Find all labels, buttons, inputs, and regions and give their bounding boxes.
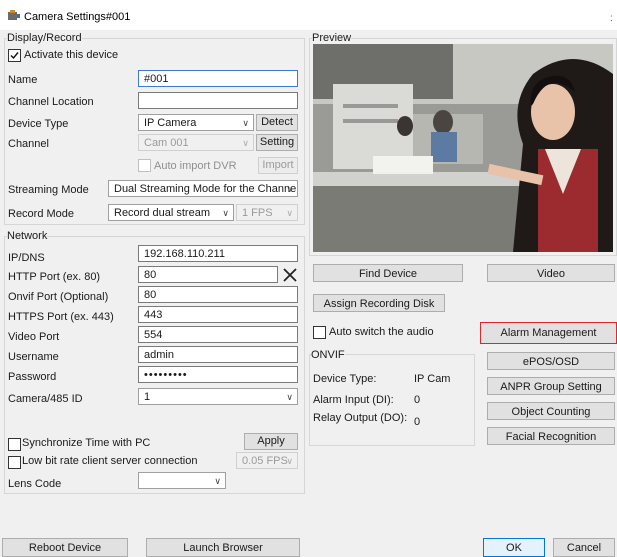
lens-code-select[interactable]: ∨: [138, 472, 226, 489]
video-button[interactable]: Video: [487, 264, 615, 282]
alarm-management-button[interactable]: Alarm Management: [480, 322, 617, 344]
onvif-group-label: ONVIF: [311, 349, 345, 361]
chevron-down-icon: ∨: [286, 456, 293, 466]
onvif-device-type-label: Device Type:: [313, 373, 377, 385]
device-type-label: Device Type: [8, 118, 69, 130]
ip-dns-input[interactable]: 192.168.110.211: [138, 245, 298, 262]
low-bitrate-fps-value: 0.05 FPS: [242, 455, 288, 467]
anpr-group-setting-button[interactable]: ANPR Group Setting: [487, 377, 615, 395]
camera-485-id-value: 1: [144, 391, 151, 403]
apply-button[interactable]: Apply: [244, 433, 298, 450]
auto-switch-audio-label: Auto switch the audio: [329, 326, 434, 338]
facial-recognition-button[interactable]: Facial Recognition: [487, 427, 615, 445]
http-port-input[interactable]: 80: [138, 266, 278, 283]
lens-code-label: Lens Code: [8, 478, 62, 490]
find-device-button[interactable]: Find Device: [313, 264, 463, 282]
camera-preview-image: [313, 44, 613, 252]
chevron-down-icon: ∨: [214, 476, 221, 486]
name-label: Name: [8, 74, 38, 86]
username-input[interactable]: admin: [138, 346, 298, 363]
channel-value: Cam 001: [144, 137, 189, 149]
chevron-down-icon: ∨: [222, 208, 229, 218]
cancel-button[interactable]: Cancel: [553, 538, 615, 557]
https-port-input[interactable]: 443: [138, 306, 298, 323]
https-port-label: HTTPS Port (ex. 443): [8, 311, 114, 323]
password-input[interactable]: •••••••••: [138, 366, 298, 383]
launch-browser-button[interactable]: Launch Browser: [146, 538, 300, 557]
record-mode-label: Record Mode: [8, 208, 75, 220]
streaming-mode-select[interactable]: Dual Streaming Mode for the Channel ∨: [108, 180, 298, 197]
record-mode-value: Record dual stream: [114, 207, 210, 219]
object-counting-button[interactable]: Object Counting: [487, 402, 615, 420]
detect-button[interactable]: Detect: [256, 114, 298, 131]
auto-switch-audio-checkbox[interactable]: [313, 326, 326, 339]
import-button: Import: [258, 157, 298, 174]
device-type-value: IP Camera: [144, 117, 197, 129]
checkmark-icon: [10, 52, 19, 60]
low-bitrate-checkbox[interactable]: [8, 456, 21, 469]
video-port-label: Video Port: [8, 331, 60, 343]
ip-dns-label: IP/DNS: [8, 252, 45, 264]
onvif-relay-output-value: 0: [414, 416, 421, 428]
streaming-mode-label: Streaming Mode: [8, 184, 89, 196]
sync-time-label: Synchronize Time with PC: [22, 437, 151, 449]
chevron-down-icon: ∨: [242, 118, 249, 128]
channel-label: Channel: [8, 138, 49, 150]
camera-settings-app-icon: [8, 10, 20, 20]
network-group-label: Network: [7, 230, 48, 242]
auto-import-dvr-checkbox: [138, 159, 151, 172]
channel-select: Cam 001 ∨: [138, 134, 254, 151]
low-bitrate-label: Low bit rate client server connection: [22, 455, 198, 467]
record-fps-select: 1 FPS ∨: [236, 204, 298, 221]
epos-osd-button[interactable]: ePOS/OSD: [487, 352, 615, 370]
camera-485-id-label: Camera/485 ID: [8, 393, 83, 405]
chevron-down-icon: ∨: [286, 208, 293, 218]
onvif-port-input[interactable]: 80: [138, 286, 298, 303]
onvif-alarm-input-label: Alarm Input (DI):: [313, 394, 394, 406]
display-record-group-label: Display/Record: [7, 32, 82, 44]
name-input[interactable]: #001: [138, 70, 298, 87]
sync-time-checkbox[interactable]: [8, 438, 21, 451]
channel-location-label: Channel Location: [8, 96, 94, 108]
channel-setting-button[interactable]: Setting: [256, 134, 298, 151]
camera-485-id-select[interactable]: 1 ∨: [138, 388, 298, 405]
record-fps-value: 1 FPS: [242, 207, 273, 219]
http-port-label: HTTP Port (ex. 80): [8, 271, 101, 283]
streaming-mode-value: Dual Streaming Mode for the Channel: [114, 183, 298, 195]
window-title: Camera Settings#001: [24, 11, 131, 23]
onvif-relay-output-label: Relay Output (DO):: [313, 412, 408, 424]
reboot-device-button[interactable]: Reboot Device: [2, 538, 128, 557]
record-mode-select[interactable]: Record dual stream ∨: [108, 204, 234, 221]
ok-button[interactable]: OK: [483, 538, 545, 557]
video-port-input[interactable]: 554: [138, 326, 298, 343]
chevron-down-icon: ∨: [242, 138, 249, 148]
username-label: Username: [8, 351, 59, 363]
titlebar-edge-mark: :: [610, 13, 613, 24]
auto-import-dvr-label: Auto import DVR: [154, 160, 237, 172]
activate-device-label: Activate this device: [24, 49, 119, 61]
activate-device-checkbox[interactable]: [8, 49, 21, 62]
preview-group-label: Preview: [312, 32, 352, 44]
assign-recording-disk-button[interactable]: Assign Recording Disk: [313, 294, 445, 312]
password-label: Password: [8, 371, 57, 383]
onvif-device-type-value: IP Cam: [414, 373, 451, 385]
chevron-down-icon: ∨: [286, 184, 293, 194]
onvif-alarm-input-value: 0: [414, 394, 421, 406]
channel-location-input[interactable]: [138, 92, 298, 109]
chevron-down-icon: ∨: [286, 392, 293, 402]
device-type-select[interactable]: IP Camera ∨: [138, 114, 254, 131]
onvif-port-label: Onvif Port (Optional): [8, 291, 109, 303]
close-icon[interactable]: [283, 268, 297, 282]
low-bitrate-fps-select: 0.05 FPS ∨: [236, 452, 298, 469]
